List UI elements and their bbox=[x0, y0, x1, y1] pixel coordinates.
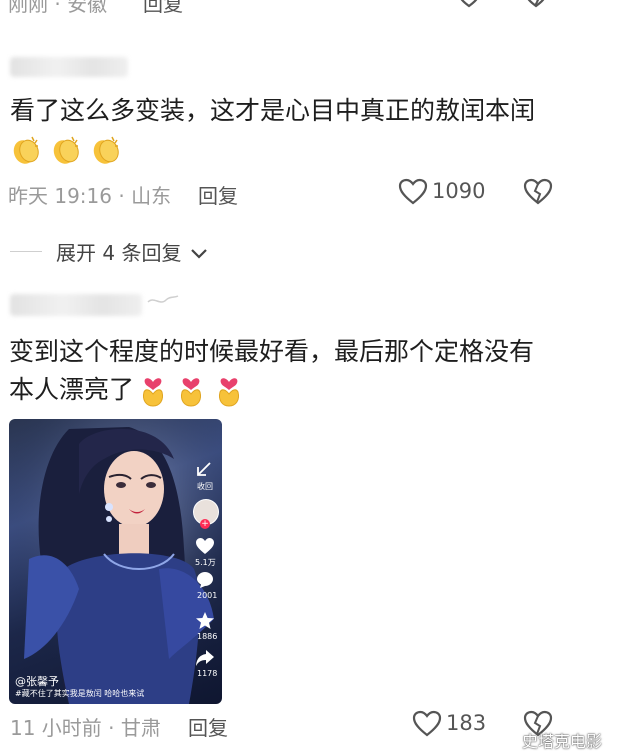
video-like-count: 5.1万 bbox=[195, 558, 216, 567]
heart-hands-emoji bbox=[219, 378, 239, 407]
reply-button[interactable]: 回复 bbox=[198, 180, 238, 209]
clap-emoji bbox=[93, 136, 119, 164]
heart-hands-emoji bbox=[143, 378, 163, 407]
dislike-heart-icon[interactable] bbox=[522, 0, 550, 12]
clap-emoji bbox=[53, 136, 79, 164]
comment-text-line2: 本人漂亮了 bbox=[9, 375, 135, 404]
username-blurred[interactable] bbox=[10, 57, 128, 77]
collapse-label: 收回 bbox=[197, 482, 213, 491]
expand-replies-button[interactable]: 展开 4 条回复 bbox=[56, 237, 208, 265]
like-count: 183 bbox=[446, 711, 487, 735]
expand-replies-label: 展开 4 条回复 bbox=[56, 241, 182, 265]
video-share-count: 1178 bbox=[197, 669, 218, 678]
like-heart-icon[interactable] bbox=[398, 178, 428, 206]
prev-comment-meta: 刚刚 · 安徽 bbox=[8, 0, 108, 16]
heart-hands-emoji bbox=[181, 378, 201, 407]
video-thumbnail[interactable]: 收回 + 5.1万 2001 1886 1178 @张馨予 #藏不住了其实我是敖… bbox=[9, 419, 222, 704]
video-like-icon[interactable] bbox=[195, 537, 215, 555]
watermark: 史塔克电影 bbox=[522, 732, 603, 751]
comment-meta: 昨天 19:16 · 山东 bbox=[8, 184, 172, 208]
video-share-icon[interactable] bbox=[195, 649, 215, 667]
comment-meta: 11 小时前 · 甘肃 bbox=[10, 716, 161, 740]
video-favorite-count: 1886 bbox=[197, 632, 218, 641]
video-author[interactable]: @张馨予 bbox=[15, 673, 59, 689]
video-caption: #藏不住了其实我是敖闰 哈哈也来试 bbox=[15, 689, 145, 698]
username-blurred[interactable] bbox=[10, 294, 142, 316]
portrait-illustration bbox=[9, 419, 222, 704]
emoji-row bbox=[10, 134, 130, 170]
like-heart-icon[interactable] bbox=[455, 0, 483, 12]
video-favorite-icon[interactable] bbox=[195, 611, 215, 631]
comment-text: 看了这么多变装，这才是心目中真正的敖闰本闰 bbox=[10, 96, 536, 125]
follow-plus-icon[interactable]: + bbox=[200, 519, 210, 529]
video-comment-icon[interactable] bbox=[195, 571, 215, 589]
expand-divider bbox=[10, 251, 42, 252]
emoji-row bbox=[138, 372, 248, 410]
collapse-icon[interactable] bbox=[194, 459, 214, 479]
like-count: 1090 bbox=[432, 179, 486, 203]
like-heart-icon[interactable] bbox=[412, 710, 442, 738]
dislike-heart-icon[interactable] bbox=[523, 178, 553, 206]
comment-text-line1: 变到这个程度的时候最好看，最后那个定格没有 bbox=[9, 337, 535, 366]
username-decoration-icon bbox=[147, 295, 179, 303]
reply-button[interactable]: 回复 bbox=[188, 712, 228, 741]
clap-emoji bbox=[13, 136, 39, 164]
prev-reply-button[interactable]: 回复 bbox=[143, 0, 183, 17]
video-comment-count: 2001 bbox=[197, 591, 218, 600]
chevron-down-icon bbox=[190, 249, 207, 259]
